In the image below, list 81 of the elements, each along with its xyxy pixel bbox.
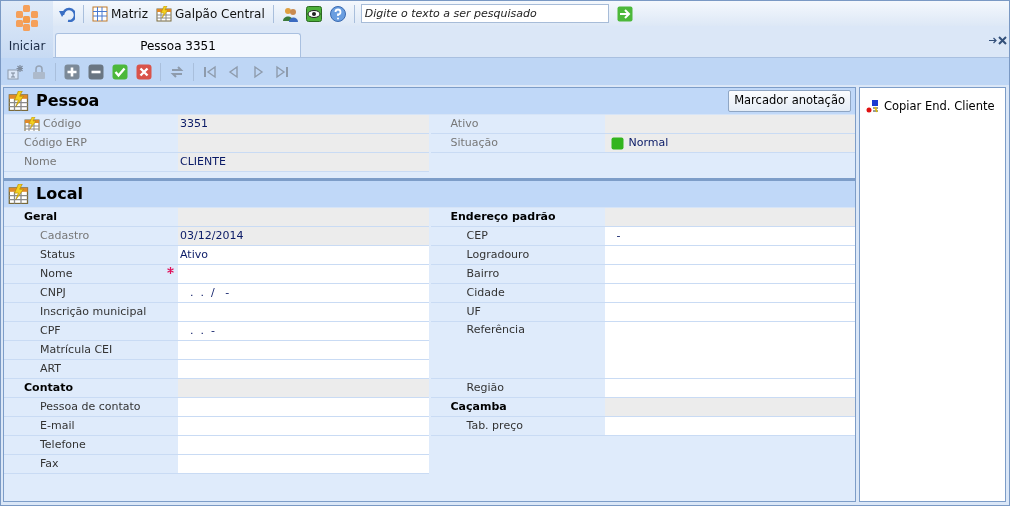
input-field[interactable]: . . - [178,322,429,340]
input-field[interactable] [604,246,855,264]
input-field[interactable] [178,303,429,321]
input-field[interactable] [178,417,429,435]
input-field[interactable] [178,455,429,473]
group-label: Geral [24,208,58,225]
input-field[interactable] [604,417,855,435]
field-label: Código [43,115,82,132]
logo-icon [14,5,40,31]
add-icon [64,63,80,80]
table-icon [156,5,172,22]
field-label: Fax [40,455,59,472]
input-field[interactable] [604,265,855,283]
annotation-button[interactable]: Marcador anotação [728,90,851,112]
input-field[interactable] [178,360,429,378]
field-label: UF [466,303,481,320]
field-label: Situação [450,134,499,151]
input-field[interactable]: Ativo [178,246,429,264]
field-label: CPF [40,322,61,339]
field-label: Referência [466,322,525,338]
group-label: Caçamba [450,398,507,415]
field-label: Logradouro [466,246,530,263]
field-label: Status [40,246,76,263]
field-label: Código ERP [24,134,87,151]
field-label: Bairro [466,265,500,282]
field-value: 3351 [178,115,429,133]
section-title: Pessoa [36,90,100,112]
warehouse-button[interactable]: Galpão Central [154,3,267,24]
field-label: Inscrição municipal [40,303,147,320]
input-field[interactable] [178,398,429,416]
field-label: Pessoa de contato [40,398,141,415]
field-label: Cidade [466,284,505,301]
search-field[interactable]: Digite o texto a ser pesquisado [360,4,609,23]
field-label: ART [40,360,62,377]
refresh-icon [169,63,185,80]
copy-address-icon [866,99,880,114]
field-value: 03/12/2014 [178,227,429,245]
section-title: Local [36,183,83,205]
remove-icon [88,63,104,80]
start-button[interactable]: Iniciar [1,1,53,58]
field-label: Ativo [450,115,479,132]
table-icon [8,184,30,204]
input-field[interactable] [178,436,429,454]
field-value: CLIENTE [178,153,429,171]
input-field[interactable]: - [604,227,855,245]
field-value: Normal [604,134,855,152]
input-field[interactable] [604,379,855,397]
field-label: Telefone [40,436,86,453]
group-label: Contato [24,379,73,396]
new-record-icon [7,63,23,80]
input-field[interactable] [604,303,855,321]
field-label: CEP [466,227,488,244]
go-button[interactable] [614,4,635,23]
help-icon[interactable] [327,4,348,23]
input-field[interactable] [604,284,855,302]
last-record-icon [274,63,290,80]
input-field[interactable] [604,322,855,378]
first-record-icon [202,63,218,80]
input-field[interactable]: . . / - [178,284,429,302]
grid-icon [92,5,108,22]
lock-icon [31,63,47,80]
close-icon[interactable] [998,35,1007,45]
action-link[interactable]: Copiar End. Cliente [884,98,995,116]
branch-button[interactable]: Matriz [90,3,150,24]
table-icon [8,91,30,111]
field-label: Nome [24,153,57,170]
check-icon [112,63,128,80]
field-label: Tab. preço [466,417,523,434]
field-label: Cadastro [40,227,90,244]
input-field[interactable] [178,341,429,359]
field-label: CNPJ [40,284,66,301]
field-label: Nome [40,265,73,282]
pin-icon[interactable] [989,35,998,45]
cancel-icon [136,63,152,80]
input-field[interactable] [178,265,429,283]
field-label: Região [466,379,504,396]
group-label: Endereço padrão [450,208,556,225]
field-label: E-mail [40,417,75,434]
eye-icon[interactable] [303,4,324,23]
tab[interactable]: Pessoa 3351 [55,33,301,57]
field-label: Matrícula CEI [40,341,113,358]
